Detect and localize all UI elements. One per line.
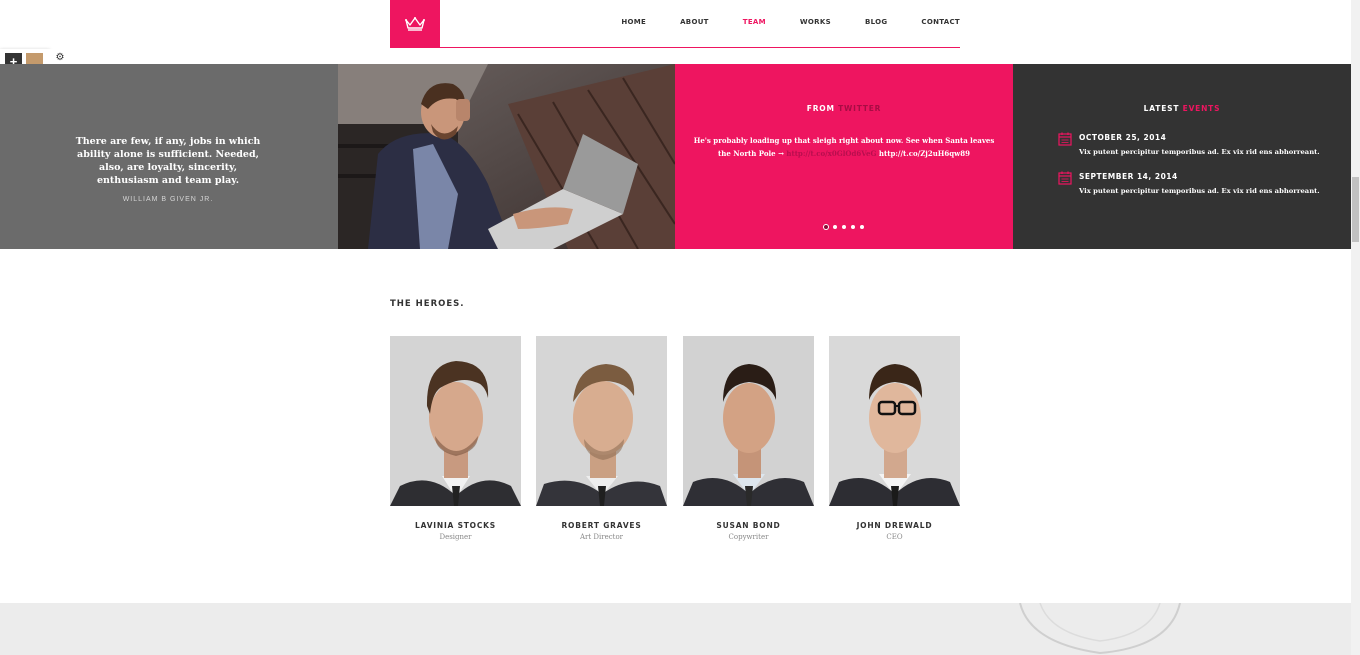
scrollbar-thumb[interactable] xyxy=(1352,177,1359,242)
nav-contact[interactable]: CONTACT xyxy=(921,18,960,26)
carousel-dot[interactable] xyxy=(824,225,828,229)
team-member-name: SUSAN BOND xyxy=(716,521,781,530)
team-member-card: JOHN DREWALD CEO xyxy=(829,336,960,541)
quote-panel: There are few, if any, jobs in which abi… xyxy=(0,64,338,249)
events-title-main: LATEST xyxy=(1143,104,1180,113)
team-section-title: THE HEROES. xyxy=(390,299,465,309)
events-panel: LATEST EVENTS OCTOBER 25, 2014 Vix puten… xyxy=(1013,64,1351,249)
calendar-icon xyxy=(1058,132,1072,146)
carousel-dot[interactable] xyxy=(851,225,855,229)
team-member-photo[interactable] xyxy=(829,336,960,506)
twitter-panel: FROM TWITTER He's probably loading up th… xyxy=(675,64,1013,249)
calendar-icon xyxy=(1058,171,1072,185)
feature-strip: There are few, if any, jobs in which abi… xyxy=(0,64,1351,249)
events-title-accent: EVENTS xyxy=(1182,104,1221,113)
carousel-dot[interactable] xyxy=(842,225,846,229)
event-date: SEPTEMBER 14, 2014 xyxy=(1079,172,1178,181)
main-nav: HOME ABOUT TEAM WORKS BLOG CONTACT xyxy=(587,18,960,26)
event-date: OCTOBER 25, 2014 xyxy=(1079,133,1167,142)
feature-photo xyxy=(338,64,675,249)
quote-author: WILLIAM B GIVEN JR. xyxy=(122,196,214,203)
team-member-role: Art Director xyxy=(579,533,624,541)
team-member-name: LAVINIA STOCKS xyxy=(415,521,496,530)
team-member-role: CEO xyxy=(886,533,903,541)
team-member-role: Copywriter xyxy=(728,533,769,541)
bottom-banner xyxy=(0,603,1351,655)
nav-works[interactable]: WORKS xyxy=(800,18,831,26)
twitter-title-main: FROM xyxy=(806,104,835,113)
site-header: HOME ABOUT TEAM WORKS BLOG CONTACT xyxy=(390,0,960,48)
event-desc: Vix putent percipitur temporibus ad. Ex … xyxy=(1079,148,1320,156)
twitter-title: FROM TWITTER xyxy=(675,104,1013,113)
carousel-dot[interactable] xyxy=(860,225,864,229)
nav-home[interactable]: HOME xyxy=(621,18,646,26)
nav-blog[interactable]: BLOG xyxy=(865,18,887,26)
tweet-text: He's probably loading up that sleigh rig… xyxy=(689,134,999,160)
team-member-photo[interactable] xyxy=(536,336,667,506)
twitter-title-accent: TWITTER xyxy=(838,104,882,113)
carousel-dot[interactable] xyxy=(833,225,837,229)
team-member-card: ROBERT GRAVES Art Director xyxy=(536,336,667,541)
nav-team[interactable]: TEAM xyxy=(743,18,766,26)
man-with-laptop-image xyxy=(338,64,675,249)
nav-about[interactable]: ABOUT xyxy=(680,18,709,26)
events-title: LATEST EVENTS xyxy=(1013,104,1351,113)
event-desc: Vix putent percipitur temporibus ad. Ex … xyxy=(1079,187,1320,195)
gear-icon[interactable]: ⚙ xyxy=(50,49,70,65)
page-scrollbar[interactable] xyxy=(1351,0,1360,655)
team-member-card: LAVINIA STOCKS Designer xyxy=(390,336,521,541)
team-member-photo[interactable] xyxy=(683,336,814,506)
tweet-link-2[interactable]: http://t.co/Zj2uH6qw89 xyxy=(879,149,970,158)
team-member-role: Designer xyxy=(439,533,472,541)
glass-bulb-image xyxy=(1019,603,1181,655)
team-member-card: SUSAN BOND Copywriter xyxy=(683,336,814,541)
carousel-dots xyxy=(675,225,1013,229)
crown-icon xyxy=(405,17,425,31)
tweet-link-1[interactable]: http://t.co/x0GlOd6VeG xyxy=(786,149,876,158)
team-member-photo[interactable] xyxy=(390,336,521,506)
logo[interactable] xyxy=(390,0,440,48)
team-member-name: ROBERT GRAVES xyxy=(561,521,642,530)
team-member-name: JOHN DREWALD xyxy=(856,521,933,530)
quote-text: There are few, if any, jobs in which abi… xyxy=(75,136,261,186)
